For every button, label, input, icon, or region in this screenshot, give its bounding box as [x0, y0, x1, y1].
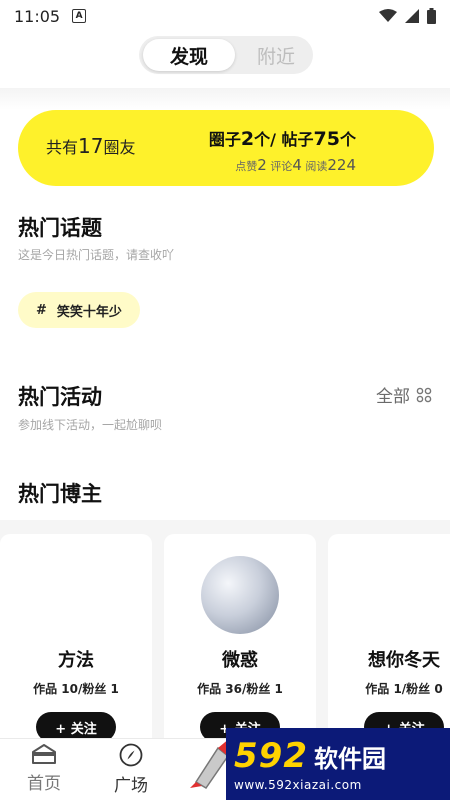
status-bar: 11:05 A — [0, 0, 450, 32]
reads-count: 224 — [327, 156, 356, 174]
blogger-carousel[interactable]: 方法 作品 10/粉丝 1 + 关注 微惑 作品 36/粉丝 1 + 关注 想你… — [0, 520, 450, 738]
discover-nearby-switch: 发现 附近 — [139, 36, 313, 74]
watermark-number: 592 — [234, 736, 308, 776]
follow-button[interactable]: + 关注 — [36, 712, 116, 738]
hot-events-subtitle: 参加线下活动，一起尬聊呗 — [18, 418, 163, 432]
view-all-events-link[interactable]: 全部 — [376, 382, 432, 407]
blogger-stats: 作品 10/粉丝 1 — [33, 682, 119, 696]
blogger-name: 微惑 — [222, 650, 258, 671]
nav-item-square[interactable]: 广场 — [101, 743, 161, 796]
signal-icon — [405, 9, 419, 23]
blogger-stats: 作品 36/粉丝 1 — [197, 682, 283, 696]
topic-chip[interactable]: # 笑笑十年少 — [18, 292, 140, 328]
hot-events-title: 热门活动 — [18, 385, 102, 409]
likes-label: 点赞 — [235, 160, 258, 173]
circles-label: 圈子 — [208, 130, 241, 149]
nav-item-home[interactable]: 首页 — [14, 743, 74, 794]
member-total: 共有17圈友 — [46, 134, 135, 158]
hot-bloggers-title: 热门博主 — [18, 482, 102, 506]
likes-count: 2 — [257, 156, 267, 174]
home-icon — [32, 744, 56, 764]
circle-post-counts: 圈子2个/ 帖子75个 — [209, 126, 356, 150]
community-stats-card[interactable]: 共有17圈友 圈子2个/ 帖子75个 点赞2 评论4 阅读224 — [18, 110, 434, 186]
view-all-label: 全部 — [376, 387, 410, 407]
member-total-count: 17 — [78, 134, 104, 158]
circles-unit: 个/ — [254, 130, 276, 149]
comments-count: 4 — [292, 156, 302, 174]
tab-nearby[interactable]: 附近 — [243, 39, 309, 71]
posts-count: 75 — [313, 128, 340, 150]
comments-label: 评论 — [270, 160, 293, 173]
blogger-name: 方法 — [58, 650, 94, 671]
grid-icon — [416, 387, 432, 402]
blogger-card[interactable]: 方法 作品 10/粉丝 1 + 关注 — [0, 534, 152, 738]
compass-icon — [119, 743, 143, 767]
blogger-stats: 作品 1/粉丝 0 — [365, 682, 443, 696]
avatar[interactable] — [201, 556, 279, 634]
member-total-suffix: 圈友 — [103, 138, 136, 157]
hash-icon: # — [36, 302, 47, 318]
watermark-name: 软件园 — [313, 745, 386, 773]
header-divider — [0, 88, 450, 110]
blogger-card[interactable]: 想你冬天 作品 1/粉丝 0 + 关注 — [328, 534, 450, 738]
nav-label-home: 首页 — [27, 774, 61, 794]
notification-icon: A — [72, 9, 87, 23]
topic-label: 笑笑十年少 — [56, 304, 122, 320]
status-icons — [379, 8, 436, 24]
tab-discover[interactable]: 发现 — [143, 39, 235, 71]
member-total-prefix: 共有 — [46, 138, 79, 157]
site-watermark: 592 软件园 www.592xiazai.com — [226, 728, 450, 800]
battery-icon — [427, 8, 436, 24]
blogger-name: 想你冬天 — [368, 650, 440, 671]
reads-label: 阅读 — [305, 160, 328, 173]
wifi-icon — [379, 9, 397, 22]
circles-count: 2 — [240, 128, 255, 150]
nav-label-square: 广场 — [114, 776, 148, 796]
engagement-counts: 点赞2 评论4 阅读224 — [235, 156, 356, 174]
status-time: 11:05 — [14, 6, 61, 26]
posts-unit: 个 — [339, 130, 356, 149]
posts-label: 帖子 — [281, 130, 314, 149]
hot-topics-title: 热门话题 — [18, 216, 102, 240]
blogger-card[interactable]: 微惑 作品 36/粉丝 1 + 关注 — [164, 534, 316, 738]
watermark-logo: 592 软件园 — [234, 736, 450, 776]
hot-topics-subtitle: 这是今日热门话题，请查收吖 — [18, 248, 175, 262]
watermark-url: www.592xiazai.com — [234, 778, 362, 792]
